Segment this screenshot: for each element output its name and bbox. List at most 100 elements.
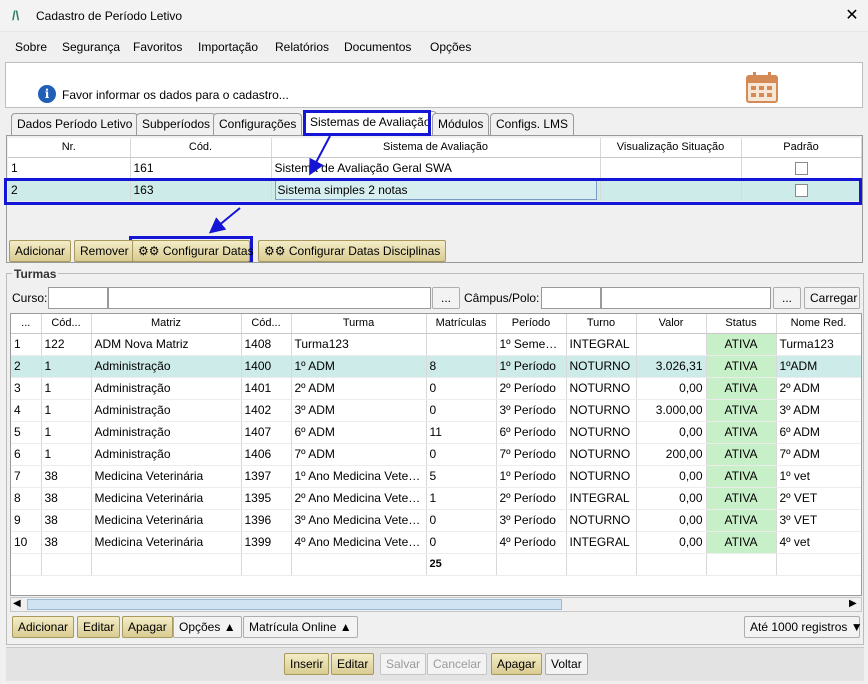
cell-nome-red[interactable]: 2º VET xyxy=(776,487,861,510)
cell-matriz[interactable]: Administração xyxy=(91,421,242,444)
cell-periodo[interactable]: 1º Período xyxy=(496,465,567,488)
table-row[interactable]: 9 38 Medicina Veterinária 1396 3º Ano Medici… xyxy=(11,509,861,532)
cell-matriculas[interactable]: 0 xyxy=(426,399,497,422)
delete-button[interactable]: Apagar xyxy=(491,653,542,675)
scroll-right-icon[interactable]: ▶ xyxy=(849,598,857,609)
cell-matriz[interactable]: Medicina Veterinária xyxy=(91,509,242,532)
cell-status[interactable]: ATIVA xyxy=(706,465,777,488)
scroll-left-icon[interactable]: ◀ xyxy=(13,598,21,609)
cell-turno[interactable]: NOTURNO xyxy=(566,509,637,532)
cell-turno[interactable]: NOTURNO xyxy=(566,355,637,378)
cell-status[interactable]: ATIVA xyxy=(706,509,777,532)
remove-eval-button[interactable]: Remover xyxy=(74,240,135,262)
cell-turma[interactable]: 6º ADM xyxy=(291,421,427,444)
cell-valor[interactable]: 200,00 xyxy=(636,443,707,466)
cell-cod-curso[interactable]: 1 xyxy=(41,399,92,422)
cell-cod-curso[interactable]: 38 xyxy=(41,509,92,532)
cell-matriculas[interactable]: 5 xyxy=(426,465,497,488)
menu-importacao[interactable]: Importação xyxy=(198,40,258,54)
col-matriz[interactable]: Matriz xyxy=(91,314,242,334)
cell-matriz[interactable]: Medicina Veterinária xyxy=(91,465,242,488)
col-nome-red[interactable]: Nome Red. xyxy=(776,314,861,334)
campus-lookup-button[interactable]: ... xyxy=(773,287,801,309)
cell-visualizacao[interactable] xyxy=(600,157,742,180)
cell-turma[interactable]: 1º Ano Medicina Veterinária xyxy=(291,465,427,488)
cell-nome-red[interactable]: 2º ADM xyxy=(776,377,861,400)
cell-turma[interactable]: 2º ADM xyxy=(291,377,427,400)
insert-button[interactable]: Inserir xyxy=(284,653,330,675)
cell-periodo[interactable]: 6º Período xyxy=(496,421,567,444)
cell-status[interactable]: ATIVA xyxy=(706,421,777,444)
tab-configs-lms[interactable]: Configs. LMS xyxy=(490,113,575,135)
cell-turno[interactable]: INTEGRAL xyxy=(566,333,637,356)
carregar-button[interactable]: Carregar xyxy=(804,287,860,309)
cell-turma[interactable]: 7º ADM xyxy=(291,443,427,466)
curso-name-field[interactable] xyxy=(108,287,431,309)
cell-matriculas[interactable]: 0 xyxy=(426,377,497,400)
menu-sobre[interactable]: Sobre xyxy=(15,40,47,54)
cell-idx[interactable]: 2 xyxy=(11,355,42,378)
cell-matriz[interactable]: ADM Nova Matriz xyxy=(91,333,242,356)
cell-periodo[interactable]: 2º Período xyxy=(496,487,567,510)
menu-opcoes[interactable]: Opções xyxy=(430,40,471,54)
cell-status[interactable]: ATIVA xyxy=(706,355,777,378)
add-eval-button[interactable]: Adicionar xyxy=(9,240,72,262)
delete-turma-button[interactable]: Apagar xyxy=(122,616,173,638)
cell-turno[interactable]: NOTURNO xyxy=(566,443,637,466)
cell-nome-red[interactable]: 1ºADM xyxy=(776,355,861,378)
cell-idx[interactable]: 8 xyxy=(11,487,42,510)
cell-matriz[interactable]: Administração xyxy=(91,399,242,422)
cell-matriz[interactable]: Administração xyxy=(91,377,242,400)
menu-relatorios[interactable]: Relatórios xyxy=(275,40,329,54)
cell-periodo[interactable]: 7º Período xyxy=(496,443,567,466)
curso-code-field[interactable] xyxy=(48,287,108,309)
cell-matriculas[interactable]: 1 xyxy=(426,487,497,510)
cell-turno[interactable]: NOTURNO xyxy=(566,377,637,400)
col-status[interactable]: Status xyxy=(706,314,777,334)
cell-matriz[interactable]: Medicina Veterinária xyxy=(91,531,242,554)
cell-turno[interactable]: INTEGRAL xyxy=(566,487,637,510)
cell-idx[interactable]: 5 xyxy=(11,421,42,444)
campus-code-field[interactable] xyxy=(541,287,601,309)
cancel-button[interactable]: Cancelar xyxy=(427,653,488,675)
cell-status[interactable]: ATIVA xyxy=(706,399,777,422)
cell-turma[interactable]: Turma123 xyxy=(291,333,427,356)
tab-subperiodos[interactable]: Subperíodos xyxy=(136,113,217,135)
cell-valor[interactable]: 0,00 xyxy=(636,377,707,400)
cell-turma[interactable]: 3º Ano Medicina Veterinária xyxy=(291,509,427,532)
cell-cod-turma[interactable]: 1406 xyxy=(241,443,292,466)
cell-periodo[interactable]: 2º Período xyxy=(496,377,567,400)
col-cod-turma[interactable]: Cód... xyxy=(241,314,292,334)
cell-nome-red[interactable]: 3º ADM xyxy=(776,399,861,422)
col-idx[interactable]: ... xyxy=(11,314,42,334)
cell-turno[interactable]: NOTURNO xyxy=(566,421,637,444)
cell-valor[interactable]: 0,00 xyxy=(636,465,707,488)
cell-cod-curso[interactable]: 38 xyxy=(41,465,92,488)
cell-status[interactable]: ATIVA xyxy=(706,333,777,356)
cell-idx[interactable]: 9 xyxy=(11,509,42,532)
table-row[interactable]: 7 38 Medicina Veterinária 1397 1º Ano Medici… xyxy=(11,465,861,488)
menu-favoritos[interactable]: Favoritos xyxy=(133,40,182,54)
cell-status[interactable]: ATIVA xyxy=(706,443,777,466)
cell-cod-curso[interactable]: 1 xyxy=(41,421,92,444)
cell-status[interactable]: ATIVA xyxy=(706,487,777,510)
table-row[interactable]: 5 1 Administração 1407 6º ADM 11 6º Período NOT… xyxy=(11,421,861,444)
cell-idx[interactable]: 4 xyxy=(11,399,42,422)
cell-turma[interactable]: 4º Ano Medicina Veterinária xyxy=(291,531,427,554)
cell-valor[interactable] xyxy=(636,333,707,356)
cell-cod-curso[interactable]: 122 xyxy=(41,333,92,356)
cell-idx[interactable]: 10 xyxy=(11,531,42,554)
cell-cod-turma[interactable]: 1408 xyxy=(241,333,292,356)
scrollbar-thumb[interactable] xyxy=(27,599,562,610)
cell-matriculas[interactable]: 0 xyxy=(426,509,497,532)
col-visualizacao[interactable]: Visualização Situação xyxy=(600,138,742,158)
cell-status[interactable]: ATIVA xyxy=(706,531,777,554)
cell-padrao[interactable] xyxy=(741,157,862,180)
cell-idx[interactable]: 7 xyxy=(11,465,42,488)
cell-nome-red[interactable]: 3º VET xyxy=(776,509,861,532)
table-row[interactable]: 3 1 Administração 1401 2º ADM 0 2º Período NOTU… xyxy=(11,377,861,400)
cell-turma[interactable]: 2º Ano Medicina Veterinária xyxy=(291,487,427,510)
options-dropdown[interactable]: Opções ▲ xyxy=(173,616,242,638)
table-row[interactable]: 4 1 Administração 1402 3º ADM 0 3º Período NOTU… xyxy=(11,399,861,422)
cell-turno[interactable]: NOTURNO xyxy=(566,465,637,488)
